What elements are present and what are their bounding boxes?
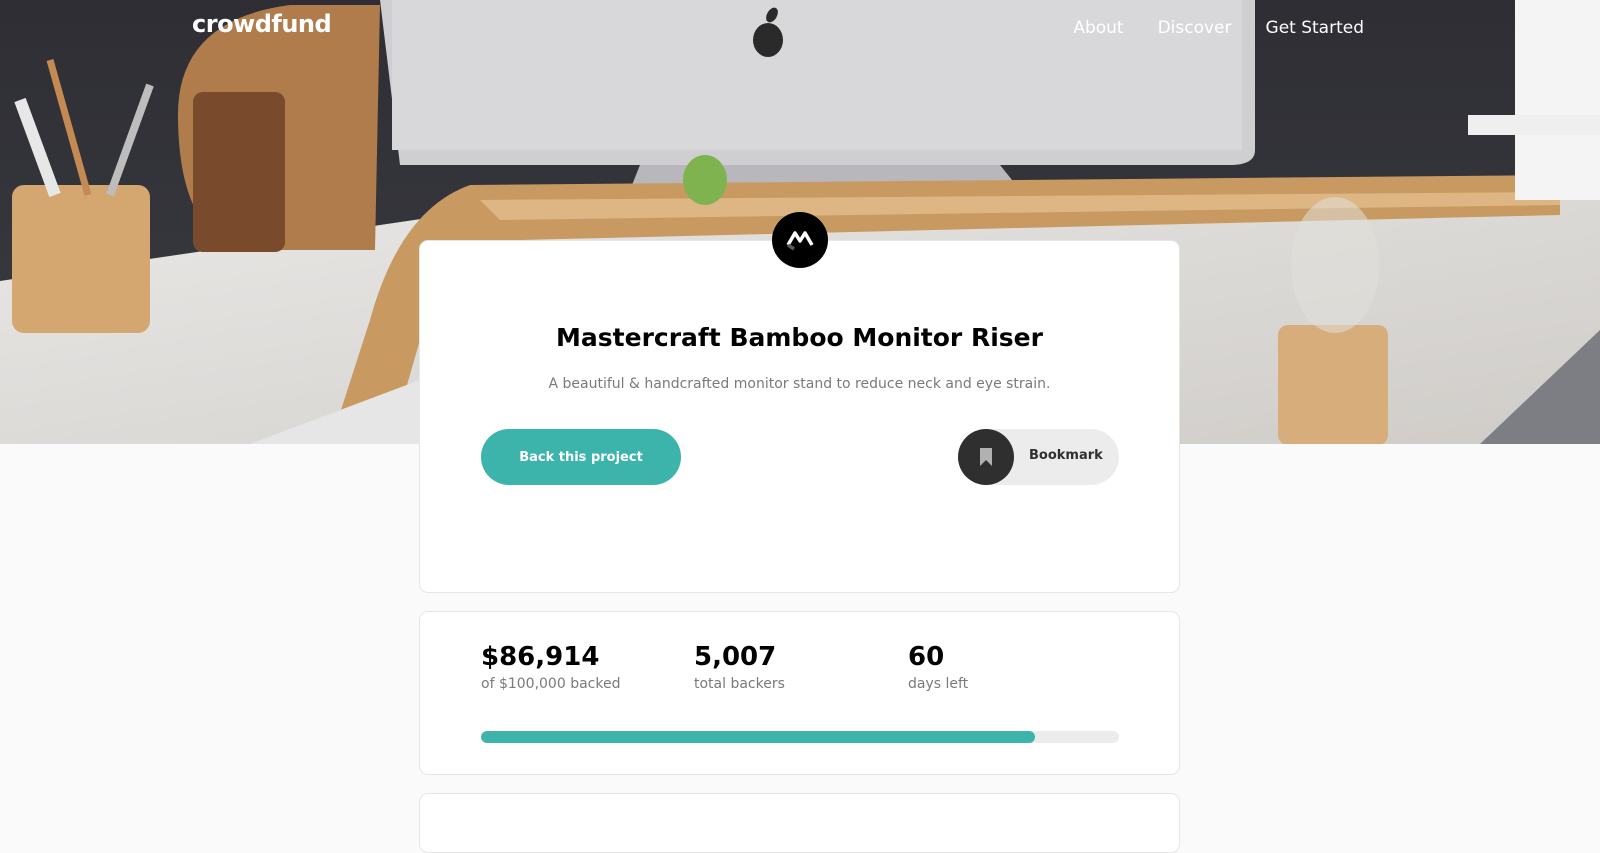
funding-progress-bar <box>481 731 1119 743</box>
back-project-button[interactable]: Back this project <box>481 429 681 485</box>
stat-backed-value: $86,914 <box>481 642 600 672</box>
mastercraft-logo-icon <box>772 212 828 268</box>
funding-progress-fill <box>481 731 1036 743</box>
stat-backed-label: of $100,000 backed <box>481 676 621 692</box>
stat-backed: $86,914 of $100,000 backed <box>481 642 620 692</box>
bookmark-button[interactable]: Bookmark <box>958 429 1119 485</box>
project-title: Mastercraft Bamboo Monitor Riser <box>556 323 1043 352</box>
bookmark-icon <box>958 429 1014 485</box>
about-card <box>419 793 1180 853</box>
stat-days: 60 days left <box>908 642 968 692</box>
stat-backers-label: total backers <box>694 676 785 692</box>
stat-days-label: days left <box>908 676 969 692</box>
nav-discover[interactable]: Discover <box>1158 18 1232 38</box>
stat-backers: 5,007 total backers <box>694 642 785 692</box>
brand-logo[interactable]: crowdfund <box>192 10 332 38</box>
main-nav: About Discover Get Started <box>1073 18 1364 38</box>
nav-get-started[interactable]: Get Started <box>1266 18 1364 38</box>
stat-days-value: 60 <box>908 642 945 672</box>
project-card: Mastercraft Bamboo Monitor Riser A beaut… <box>419 212 1180 593</box>
nav-about[interactable]: About <box>1073 18 1123 38</box>
project-subtitle: A beautiful & handcrafted monitor stand … <box>548 376 1051 392</box>
stat-backers-value: 5,007 <box>694 642 777 672</box>
stats-card: $86,914 of $100,000 backed 5,007 total b… <box>419 611 1180 775</box>
bookmark-label: Bookmark <box>1029 448 1103 463</box>
